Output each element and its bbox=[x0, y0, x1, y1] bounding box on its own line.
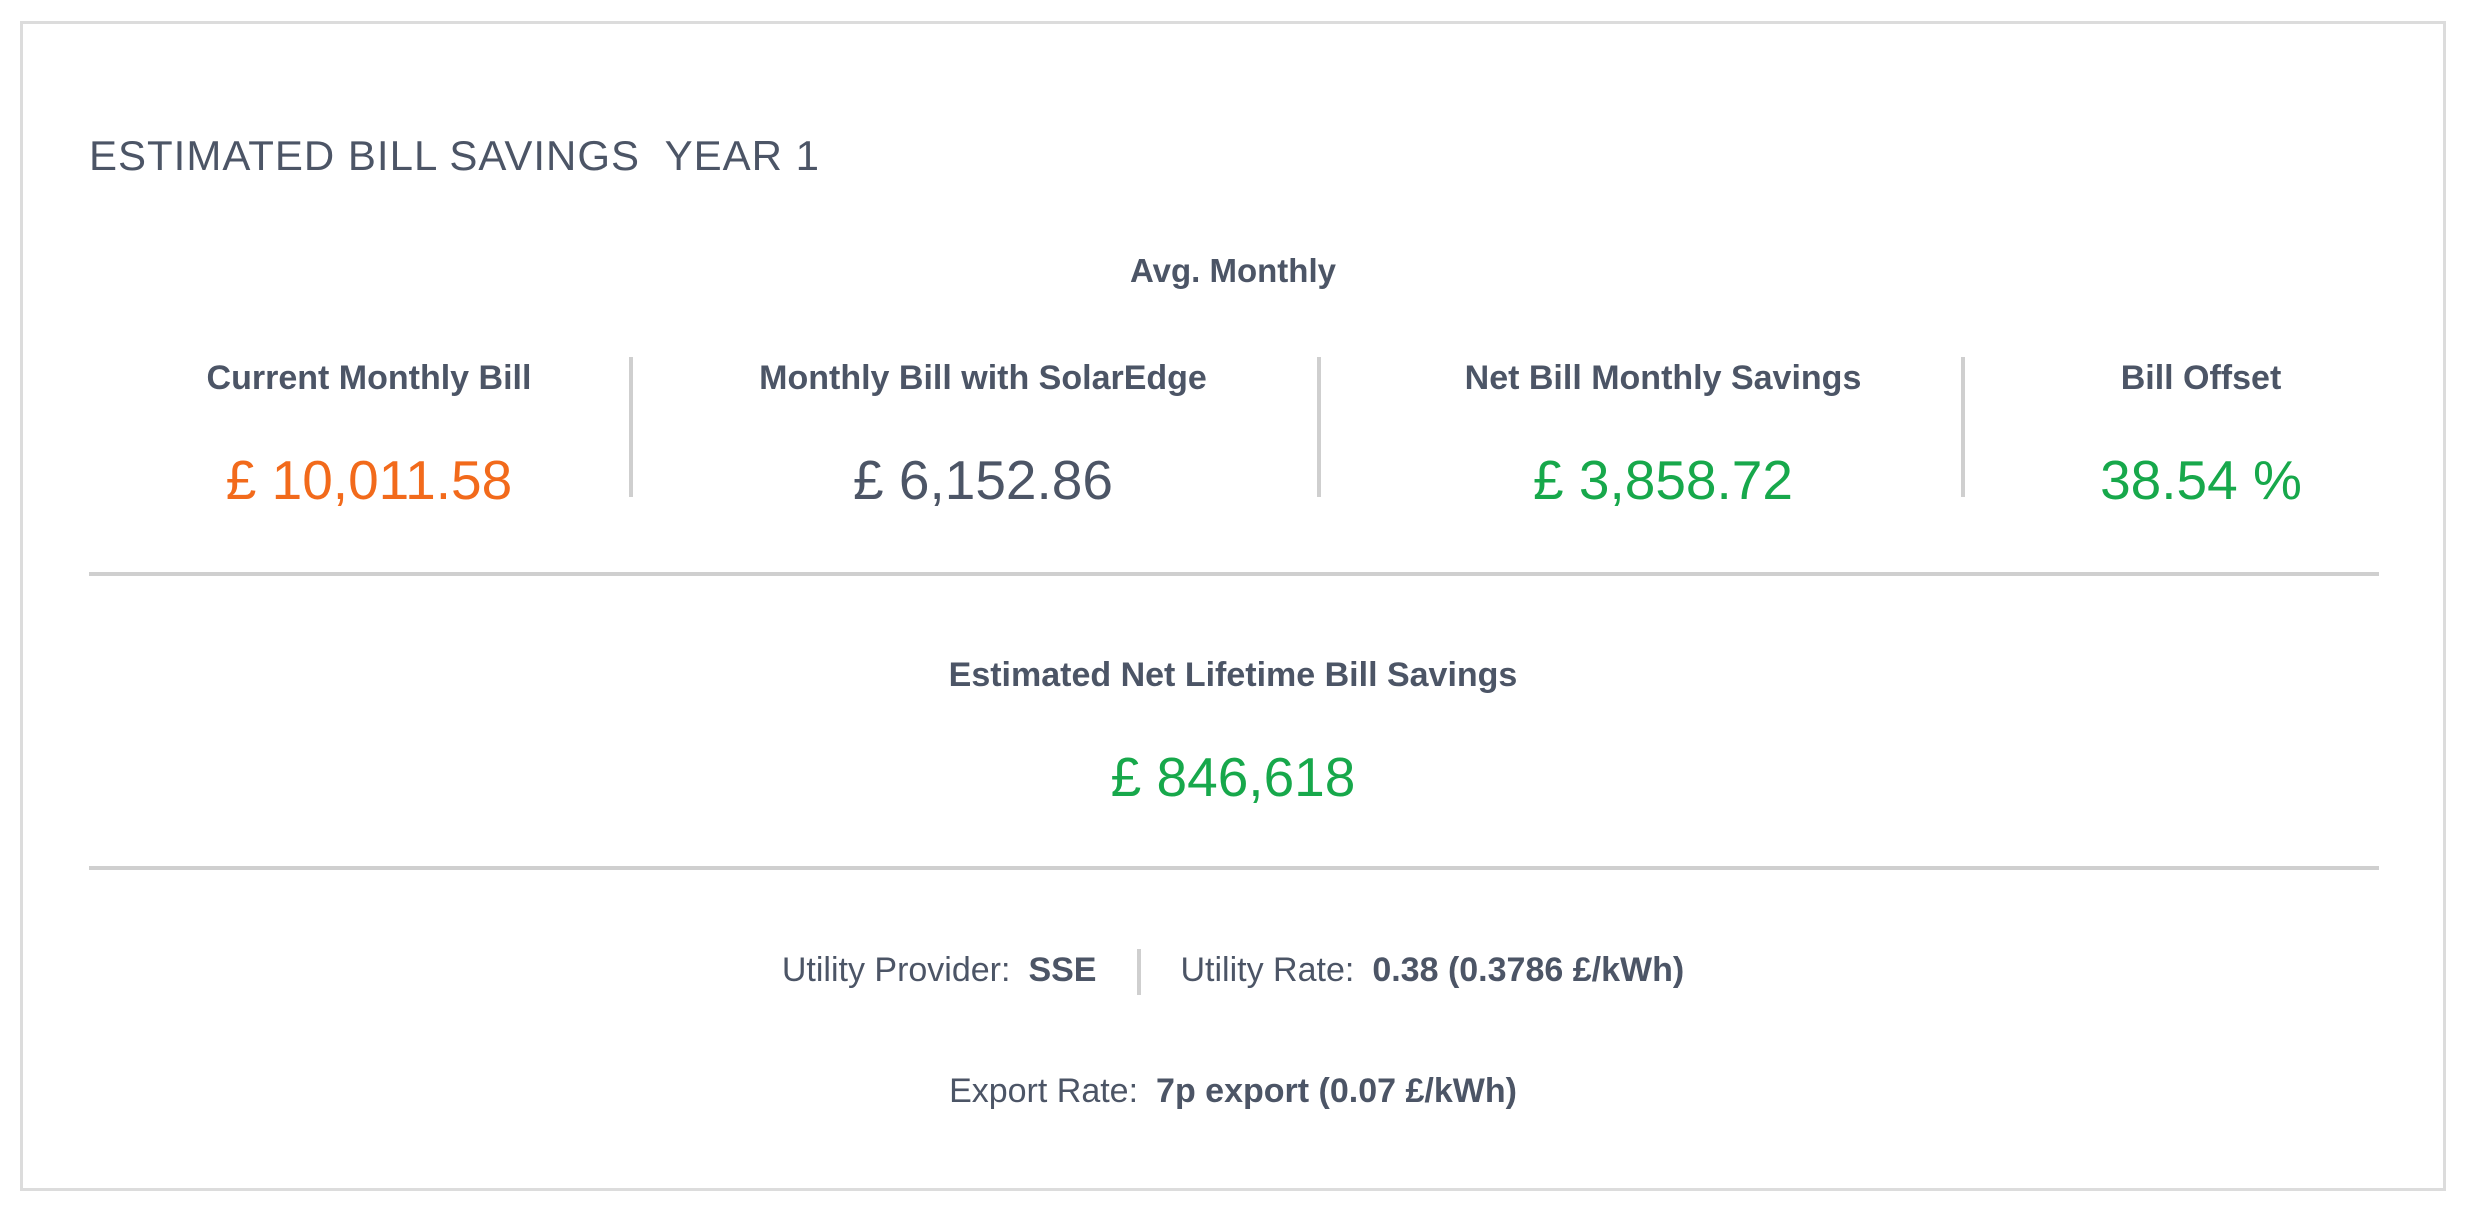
utility-rate-label: Utility Rate: bbox=[1180, 950, 1355, 989]
metric-current-monthly-bill: Current Monthly Bill £ 10,011.58 bbox=[119, 359, 619, 512]
metric-value: £ 10,011.58 bbox=[225, 449, 513, 511]
card-title: ESTIMATED BILL SAVINGS YEAR 1 bbox=[89, 132, 820, 179]
utility-info-row: Utility Provider: SSE Utility Rate: 0.38 (0… bbox=[23, 949, 2443, 995]
metric-divider bbox=[629, 357, 633, 497]
metric-value: £ 3,858.72 bbox=[1533, 449, 1793, 511]
export-info-row: Export Rate: 7p export (0.07 £/kWh) bbox=[23, 1072, 2443, 1111]
metric-monthly-bill-solaredge: Monthly Bill with SolarEdge £ 6,152.86 bbox=[663, 359, 1303, 512]
metric-net-bill-monthly-savings: Net Bill Monthly Savings £ 3,858.72 bbox=[1343, 359, 1983, 512]
utility-provider-value: SSE bbox=[1028, 950, 1097, 989]
info-divider bbox=[1136, 949, 1141, 995]
utility-rate-value: 0.38 (0.3786 £/kWh) bbox=[1372, 950, 1685, 989]
avg-monthly-label: Avg. Monthly bbox=[1130, 252, 1336, 289]
lifetime-savings-label: Estimated Net Lifetime Bill Savings bbox=[948, 656, 1518, 694]
export-rate-label: Export Rate: bbox=[949, 1072, 1139, 1110]
section-divider bbox=[89, 866, 2379, 870]
metric-divider bbox=[1961, 357, 1965, 497]
bill-savings-card: ESTIMATED BILL SAVINGS YEAR 1 Avg. Month… bbox=[20, 21, 2446, 1191]
metric-divider bbox=[1317, 357, 1321, 497]
export-rate-value: 7p export (0.07 £/kWh) bbox=[1156, 1072, 1517, 1110]
metric-label: Net Bill Monthly Savings bbox=[1464, 359, 1862, 397]
lifetime-savings-value: £ 846,618 bbox=[1110, 746, 1356, 808]
metric-value: 38.54 % bbox=[2100, 449, 2302, 511]
metric-value: £ 6,152.86 bbox=[853, 449, 1113, 511]
metric-label: Current Monthly Bill bbox=[206, 359, 532, 397]
utility-provider-label: Utility Provider: bbox=[781, 950, 1011, 989]
section-divider bbox=[89, 572, 2379, 576]
metric-label: Bill Offset bbox=[2120, 359, 2282, 397]
metric-bill-offset: Bill Offset 38.54 % bbox=[1991, 359, 2411, 512]
metric-label: Monthly Bill with SolarEdge bbox=[759, 359, 1207, 397]
lifetime-savings: Estimated Net Lifetime Bill Savings £ 84… bbox=[23, 656, 2443, 809]
